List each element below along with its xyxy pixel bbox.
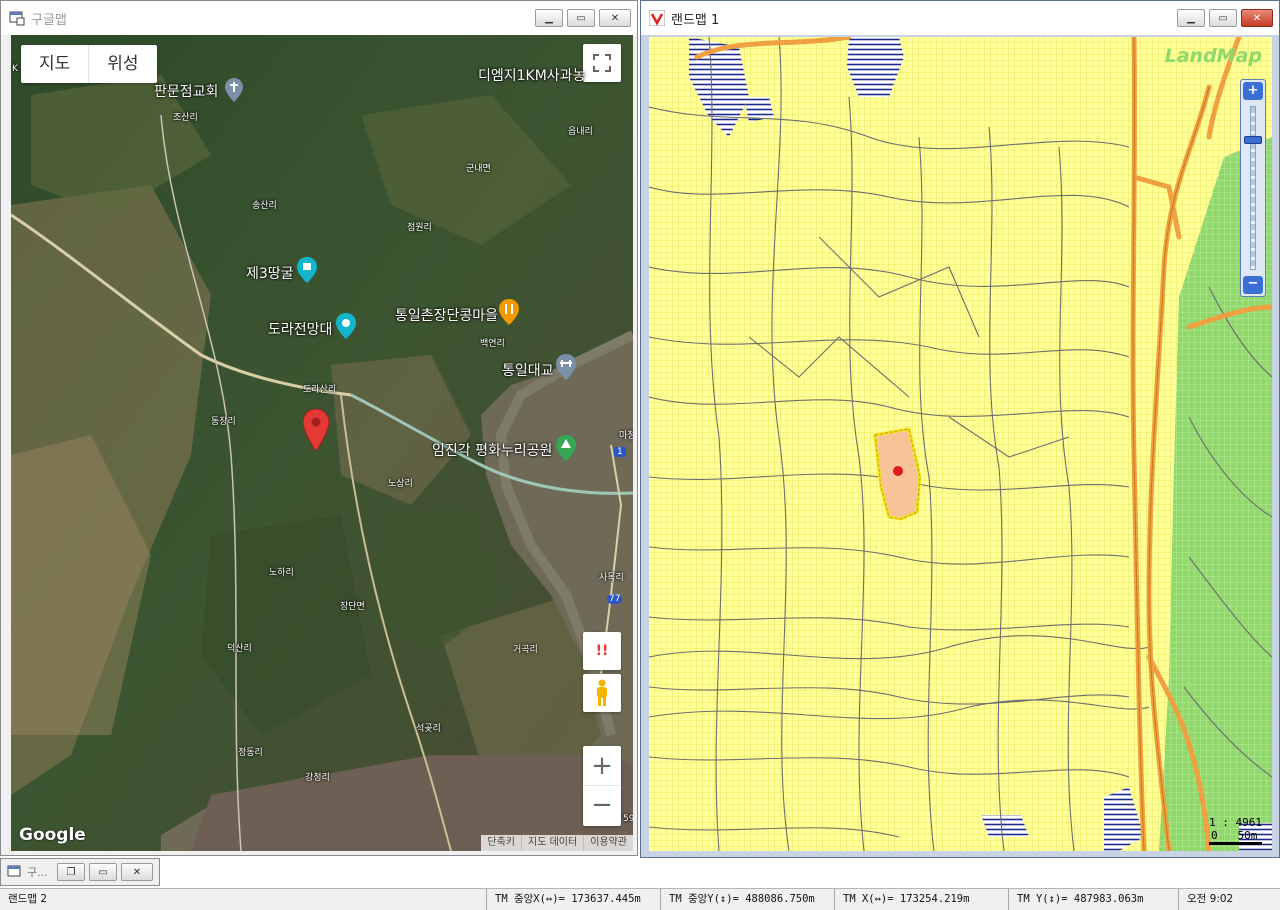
map-label[interactable]: 통일촌장단콩마을: [395, 305, 498, 325]
scale-bar-label: 0 50m: [1211, 829, 1258, 842]
landmap-window-title: 랜드맵 1: [671, 12, 720, 28]
map-label: 노하리: [269, 568, 294, 578]
status-tm-x: TM X(↔)= 173254.219m: [834, 889, 1008, 910]
close-button[interactable]: ✕: [599, 9, 631, 27]
map-label: 마정: [619, 431, 633, 441]
landmap-app-icon: [649, 10, 665, 26]
landmap-logo: LandMap: [1164, 45, 1262, 67]
alert-icon: !!: [595, 643, 609, 659]
zoom-in-button[interactable]: +: [583, 747, 621, 786]
terms-link[interactable]: 이용약관: [583, 835, 633, 851]
app-window-icon: [7, 865, 21, 877]
minimized-window-title: 구...: [27, 866, 48, 879]
zoom-in-button[interactable]: +: [1243, 82, 1263, 100]
map-footer: 단축키 지도 데이터 이용약관: [481, 835, 633, 851]
road-shield: 59: [623, 814, 633, 824]
google-window-title: 구글맵: [31, 12, 67, 28]
landmap-window-titlebar[interactable]: 랜드맵 1 ▁ ▭ ✕: [641, 1, 1279, 35]
zoom-slider-track[interactable]: [1250, 106, 1256, 270]
street-view-pegman-button[interactable]: [583, 674, 621, 712]
map-label: K: [12, 64, 18, 74]
cadastral-map[interactable]: LandMap + − 1 : 4961 0 50m: [649, 37, 1272, 851]
map-label: 동장리: [211, 417, 236, 427]
close-button[interactable]: ✕: [1241, 9, 1273, 27]
map-label: 노상리: [388, 479, 413, 489]
map-label: 도라산리: [303, 385, 337, 395]
landmap-zoom-control: + −: [1240, 79, 1266, 297]
map-label[interactable]: 디엠지1KM사과농: [478, 65, 585, 85]
selected-parcel-point: [893, 466, 903, 476]
google-logo: Google: [19, 825, 86, 845]
cadastral-map-canvas: [649, 37, 1272, 851]
status-time: 오전 9:02: [1178, 889, 1241, 910]
minimize-button[interactable]: ▁: [1177, 9, 1205, 27]
alert-button[interactable]: !!: [583, 632, 621, 670]
minimized-window[interactable]: 구... ❐ ▭ ✕: [0, 858, 160, 886]
scale-bar: 0 50m: [1209, 829, 1262, 845]
location-marker-icon[interactable]: [303, 409, 329, 451]
fullscreen-button[interactable]: [583, 44, 621, 82]
map-type-map-button[interactable]: 지도: [21, 45, 90, 83]
map-label[interactable]: 제3땅굴: [246, 263, 294, 283]
status-tm-center-x: TM 중앙X(↔)= 173637.445m: [486, 889, 660, 910]
map-data-link[interactable]: 지도 데이터: [521, 835, 583, 851]
road-shield: 1: [614, 447, 626, 457]
map-label: 강정리: [305, 773, 330, 783]
map-label: 거곡리: [513, 645, 538, 655]
bridge-pin-icon[interactable]: [556, 354, 576, 380]
map-label[interactable]: 판문점교회: [154, 81, 218, 101]
maximize-button[interactable]: ▭: [89, 863, 117, 881]
map-label: 사목리: [599, 573, 624, 583]
satellite-map[interactable]: 지도 위성 판문점교회 조산리 디엠지1KM사과농 읍내리 군내면 송산리 점원…: [11, 35, 633, 851]
map-label[interactable]: 통일대교: [502, 360, 554, 380]
map-label: 점원리: [407, 223, 432, 233]
map-label: 석곶리: [416, 724, 441, 734]
park-pin-icon[interactable]: [556, 435, 576, 461]
restaurant-pin-icon[interactable]: [499, 299, 519, 325]
camera-pin-icon[interactable]: [336, 313, 356, 339]
zoom-out-button[interactable]: −: [583, 786, 621, 825]
map-type-toggle: 지도 위성: [21, 45, 157, 83]
fullscreen-icon: [593, 54, 611, 72]
status-tm-y: TM Y(↕)= 487983.063m: [1008, 889, 1178, 910]
map-label[interactable]: 도라전망대: [268, 319, 332, 339]
restore-button[interactable]: ❐: [57, 863, 85, 881]
status-bar: 랜드맵 2 TM 중앙X(↔)= 173637.445m TM 중앙Y(↕)= …: [0, 888, 1280, 910]
app-window-icon: [9, 11, 25, 26]
map-label: 정동리: [238, 748, 263, 758]
minimize-button[interactable]: ▁: [535, 9, 563, 27]
road-shield: 77: [607, 594, 623, 604]
close-button[interactable]: ✕: [121, 863, 153, 881]
pegman-icon: [597, 679, 607, 706]
map-type-satellite-button[interactable]: 위성: [89, 45, 156, 83]
zoom-out-button[interactable]: −: [1243, 276, 1263, 294]
map-label: 조산리: [173, 113, 198, 123]
map-label: 송산리: [252, 201, 277, 211]
map-label[interactable]: 임진각 평화누리공원: [432, 440, 552, 460]
map-label: 장단면: [340, 602, 365, 612]
church-pin-icon[interactable]: [225, 78, 243, 102]
keyboard-shortcuts-link[interactable]: 단축키: [481, 835, 521, 851]
google-window-titlebar[interactable]: 구글맵 ▁ ▭ ✕: [1, 1, 637, 35]
map-scale: 1 : 4961 0 50m: [1209, 816, 1262, 845]
status-tm-center-y: TM 중앙Y(↕)= 488086.750m: [660, 889, 834, 910]
landmark-pin-icon[interactable]: [297, 257, 317, 283]
maximize-button[interactable]: ▭: [1209, 9, 1237, 27]
scale-ratio: 1 : 4961: [1209, 816, 1262, 829]
google-map-window: 구글맵 ▁ ▭ ✕ 지도 위성 판문점교회 조산리 디엠지1KM사과농 읍내리 …: [0, 0, 638, 856]
status-window-name: 랜드맵 2: [8, 893, 47, 905]
zoom-control: + −: [583, 746, 621, 826]
zoom-slider-thumb[interactable]: [1244, 136, 1262, 144]
map-label: 덕산리: [227, 644, 252, 654]
map-label: 읍내리: [568, 127, 593, 137]
map-label: 군내면: [466, 164, 491, 174]
landmap-window: 랜드맵 1 ▁ ▭ ✕ LandMap + − 1: 4961 0 50m: [640, 0, 1280, 858]
maximize-button[interactable]: ▭: [567, 9, 595, 27]
map-label: 백연리: [480, 339, 505, 349]
